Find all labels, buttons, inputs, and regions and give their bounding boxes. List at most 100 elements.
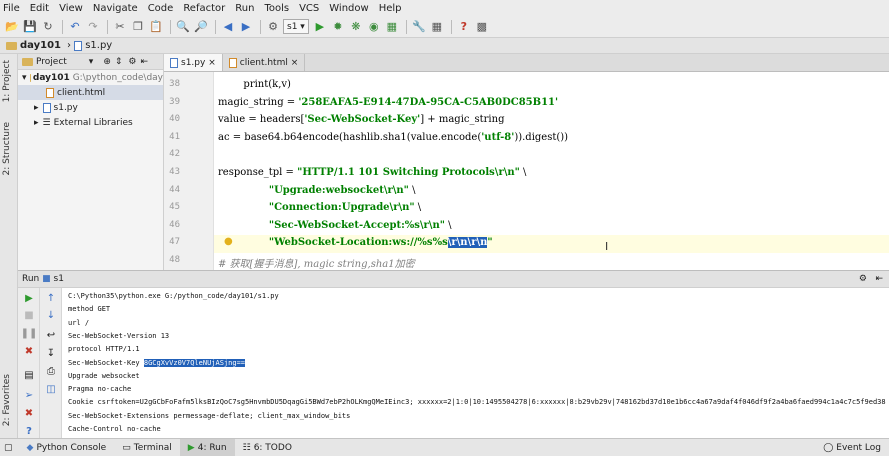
tool-window-todo[interactable]: ☷ 6: TODO xyxy=(235,439,300,456)
run-icon[interactable]: ▶ xyxy=(312,19,328,35)
clear-all-icon[interactable]: ◫ xyxy=(44,382,58,396)
layout-toggle-icon[interactable]: ▢ xyxy=(4,443,13,453)
close-icon[interactable]: × xyxy=(208,58,216,68)
settings-wrench-icon[interactable]: 🔧 xyxy=(411,19,427,35)
console-line: Sec-WebSocket-Extensions permessage-defl… xyxy=(68,412,350,420)
save-icon[interactable]: 💾 xyxy=(22,19,38,35)
tab-favorites[interactable]: 2: Favorites xyxy=(2,374,12,426)
tab-label: s1.py xyxy=(181,57,206,68)
paste-icon[interactable]: 📋 xyxy=(148,19,164,35)
replace-icon[interactable]: 🔎 xyxy=(193,19,209,35)
stop-icon[interactable]: ▦ xyxy=(384,19,400,35)
tree-root[interactable]: ▾ day101 G:\python_code\day xyxy=(18,70,163,85)
forward-icon[interactable]: ▶ xyxy=(238,19,254,35)
chevron-down-icon[interactable]: ▾ xyxy=(89,57,94,67)
sync-icon[interactable]: ↻ xyxy=(40,19,56,35)
plugin-icon[interactable]: ▩ xyxy=(474,19,490,35)
collapse-icon[interactable]: ⇕ xyxy=(115,57,123,67)
layout-icon[interactable]: ▤ xyxy=(22,368,36,382)
close-icon[interactable]: × xyxy=(291,58,299,68)
tree-item-client-html[interactable]: client.html xyxy=(18,85,163,100)
hide-panel-icon[interactable]: ⇤ xyxy=(141,57,149,67)
event-log-button[interactable]: ◯ Event Log xyxy=(823,439,881,456)
project-structure-icon[interactable]: ▦ xyxy=(429,19,445,35)
close-tab-icon[interactable]: ✖ xyxy=(22,406,36,420)
line-number: 43 xyxy=(169,167,180,177)
text-cursor-icon: I xyxy=(605,240,609,253)
console-line: Cache-Control no-cache xyxy=(68,425,161,433)
console-text: C:\Python35\python.exe G:/python_code/da… xyxy=(68,292,279,300)
copy-icon[interactable]: ❐ xyxy=(130,19,146,35)
menu-run[interactable]: Run xyxy=(235,3,254,14)
scroll-up-icon[interactable]: ↑ xyxy=(44,291,58,305)
code-comment: # 获取[握手消息], magic string,sha1加密 xyxy=(218,259,415,270)
open-folder-icon[interactable]: 📂 xyxy=(4,19,20,35)
gear-icon[interactable]: ⚙ xyxy=(859,274,867,284)
undo-icon[interactable]: ↶ xyxy=(67,19,83,35)
hide-panel-icon[interactable]: ⇤ xyxy=(875,274,883,284)
help-icon[interactable]: ? xyxy=(456,19,472,35)
project-view-icon xyxy=(22,57,33,66)
tab-s1-py[interactable]: s1.py × xyxy=(164,54,223,71)
code-line: "Sec-WebSocket-Accept:%s\r\n" \ xyxy=(218,220,452,231)
soft-wrap-icon[interactable]: ↩ xyxy=(44,328,58,342)
menu-refactor[interactable]: Refactor xyxy=(183,3,225,14)
console-line: method GET xyxy=(68,305,110,313)
rerun-icon[interactable]: ▶ xyxy=(22,291,36,305)
menu-edit[interactable]: Edit xyxy=(30,3,49,14)
menu-help[interactable]: Help xyxy=(379,3,402,14)
console-selected-key: 8GCgXvVz0V7QleNUjASjng== xyxy=(143,358,246,367)
project-view-select[interactable]: Project xyxy=(36,57,67,67)
tool-window-terminal[interactable]: ▭ Terminal xyxy=(114,439,180,456)
line-number: 38 xyxy=(169,79,180,89)
help-icon[interactable]: ? xyxy=(22,424,36,438)
back-icon[interactable]: ◀ xyxy=(220,19,236,35)
find-icon[interactable]: 🔍 xyxy=(175,19,191,35)
menu-navigate[interactable]: Navigate xyxy=(93,3,138,14)
tab-project[interactable]: 1: Project xyxy=(2,60,12,102)
menu-view[interactable]: View xyxy=(59,3,83,14)
close-icon[interactable]: ✖ xyxy=(22,344,36,358)
tool-window-python-console[interactable]: ◆ Python Console xyxy=(19,439,115,456)
html-file-icon xyxy=(46,87,54,98)
profile-icon[interactable]: ◉ xyxy=(366,19,382,35)
tab-structure[interactable]: 2: Structure xyxy=(2,122,12,176)
menu-tools[interactable]: Tools xyxy=(264,3,289,14)
tab-client-html[interactable]: client.html × xyxy=(223,54,306,71)
tree-item-label: External Libraries xyxy=(53,117,133,128)
run-console-output[interactable]: C:\Python35\python.exe G:/python_code/da… xyxy=(62,288,889,438)
debug-icon[interactable]: ✹ xyxy=(330,19,346,35)
sync-icon[interactable]: ⊕ xyxy=(103,57,111,67)
chevron-down-icon: ▾ xyxy=(22,72,27,83)
stop-icon[interactable]: ■ xyxy=(22,308,36,322)
scroll-to-end-icon[interactable]: ↧ xyxy=(44,346,58,360)
gear-icon[interactable]: ⚙ xyxy=(128,57,136,67)
print-icon[interactable]: ⎙ xyxy=(44,364,58,378)
console-text: Pragma no-cache xyxy=(68,385,132,394)
breadcrumb-file[interactable]: s1.py xyxy=(74,40,112,51)
cut-icon[interactable]: ✂ xyxy=(112,19,128,35)
menu-vcs[interactable]: VCS xyxy=(299,3,319,14)
tree-item-external-libraries[interactable]: ▸ ☰ External Libraries xyxy=(18,115,163,130)
breadcrumb: day101 › s1.py xyxy=(0,38,889,54)
coverage-icon[interactable]: ❋ xyxy=(348,19,364,35)
redo-icon[interactable]: ↷ xyxy=(85,19,101,35)
menu-window[interactable]: Window xyxy=(329,3,368,14)
pin-icon[interactable]: ➢ xyxy=(22,388,36,402)
console-line: Sec-WebSocket-Key 8GCgXvVz0V7QleNUjASjng… xyxy=(68,358,246,367)
menu-file[interactable]: File xyxy=(3,3,20,14)
breadcrumb-project[interactable]: day101 xyxy=(6,40,61,51)
pause-icon[interactable]: ❚❚ xyxy=(21,326,38,340)
console-line: Cookie csrftoken=U2gGCbFoFafm5lksBIzQoC7… xyxy=(68,398,886,406)
run-config-select[interactable]: s1 ▾ xyxy=(283,19,309,34)
tree-item-s1-py[interactable]: ▸ s1.py xyxy=(18,100,163,115)
tab-label: client.html xyxy=(239,57,288,68)
line-number: 39 xyxy=(169,96,180,107)
build-icon[interactable]: ⚙ xyxy=(265,19,281,35)
toolbar-divider xyxy=(107,19,108,34)
code-text: \ xyxy=(414,202,422,214)
tool-window-run[interactable]: ▶ 4: Run xyxy=(179,438,235,456)
menu-code[interactable]: Code xyxy=(148,3,174,14)
scroll-down-icon[interactable]: ↓ xyxy=(44,308,58,322)
